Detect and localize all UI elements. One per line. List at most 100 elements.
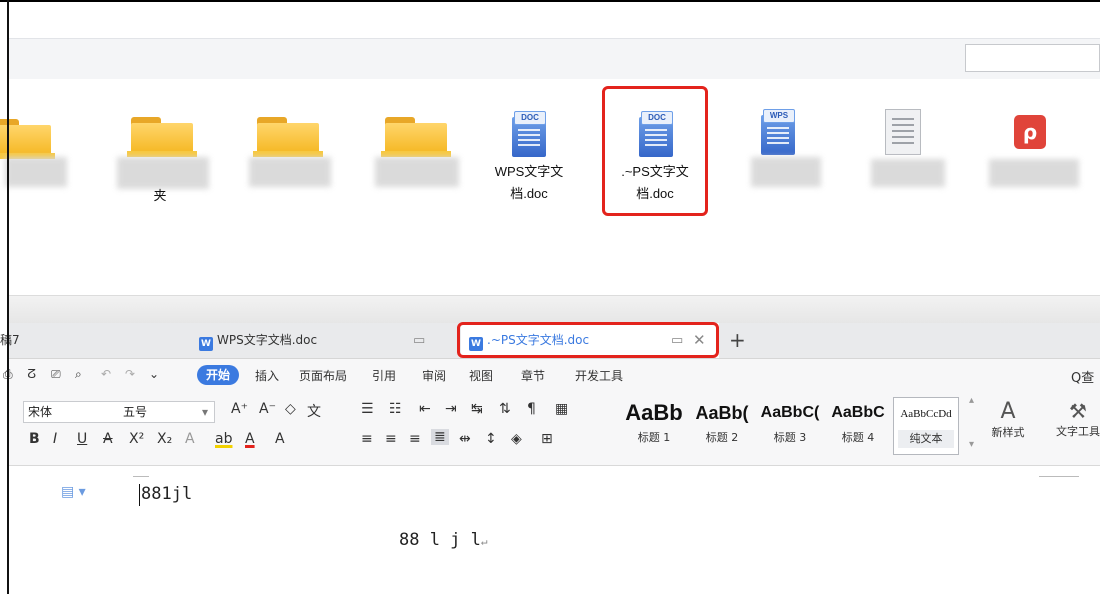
wps-tab-bar: 稿7 W WPS文字文档.doc ▭ W .~PS文字文档.doc ▭ ✕ +	[0, 322, 1100, 359]
style-heading-1[interactable]: AaBb 标题 1	[621, 397, 687, 455]
blurred-thumbnail	[751, 157, 821, 187]
paragraph-mark: ↵	[480, 535, 488, 548]
document-line-1: 881jl	[141, 484, 193, 504]
bullet-list-icon[interactable]: ☰	[361, 401, 374, 417]
font-color-icon[interactable]: A	[245, 431, 255, 447]
grow-font-icon[interactable]: A⁺	[231, 401, 248, 417]
decrease-indent-icon[interactable]: ⇤	[419, 401, 431, 417]
menu-start[interactable]: 开始	[197, 365, 239, 385]
preview-icon[interactable]: ⌕	[75, 367, 82, 382]
explorer-search-input[interactable]	[965, 44, 1100, 72]
table-icon[interactable]: ▦	[555, 401, 568, 417]
blurred-thumbnail	[989, 159, 1079, 187]
search-button[interactable]: Q查	[1071, 367, 1094, 386]
superscript-icon[interactable]: X²	[129, 431, 144, 447]
blurred-thumbnail	[871, 159, 945, 187]
paste-options-icon[interactable]: ▤ ▾	[61, 484, 86, 500]
word-doc-icon: W	[199, 337, 213, 351]
sort-icon[interactable]: ⇅	[499, 401, 511, 417]
border-icon[interactable]: ⊞	[541, 431, 553, 447]
folder-icon	[381, 117, 451, 157]
style-plain-text[interactable]: AaBbCcDd 纯文本	[893, 397, 959, 455]
menu-insert[interactable]: 插入	[255, 367, 279, 384]
line-spacing-icon[interactable]: ↕	[485, 431, 497, 447]
new-style-label: 新样式	[991, 426, 1025, 439]
style-label: 标题 1	[637, 431, 671, 444]
tab-label: 稿7	[0, 333, 20, 347]
doc-file-icon: DOC	[639, 111, 673, 157]
shrink-font-icon[interactable]: A⁻	[259, 401, 276, 417]
tab-label: WPS文字文档.doc	[217, 333, 318, 347]
highlight-color-icon[interactable]: ab	[215, 431, 232, 447]
blurred-thumbnail	[375, 157, 459, 187]
justify-icon[interactable]: ≣	[431, 429, 449, 445]
undo-icon[interactable]: ↶	[101, 367, 111, 381]
redo-icon[interactable]: ↷	[125, 367, 135, 381]
folder-icon	[253, 117, 323, 157]
menu-chapter[interactable]: 章节	[521, 367, 545, 384]
customize-icon[interactable]: ⌄	[149, 367, 159, 381]
blurred-thumbnail	[249, 157, 331, 187]
text-tools-button[interactable]: ⚒ 文字工具	[1047, 399, 1100, 439]
file-name: 夹	[153, 188, 167, 203]
highlight-box	[457, 322, 719, 358]
style-heading-4[interactable]: AaBbC 标题 4	[825, 397, 891, 455]
italic-icon[interactable]: I	[53, 431, 57, 447]
tab-doc-7[interactable]: 稿7	[0, 323, 120, 358]
explorer-file-area: 夹 DOC WPS文字文 档.doc DOC .~PS文字文 档.doc WPS…	[0, 79, 1100, 295]
margin-mark	[1039, 476, 1079, 477]
menu-review[interactable]: 审阅	[422, 367, 446, 384]
bold-icon[interactable]: B	[29, 431, 40, 447]
style-label: 纯文本	[898, 430, 954, 448]
increase-indent-icon[interactable]: ⇥	[445, 401, 457, 417]
document-line-2: 88 l j l↵	[399, 530, 488, 550]
menu-dev-tools[interactable]: 开发工具	[575, 367, 623, 384]
shading-icon[interactable]: ◈	[511, 431, 522, 447]
pdf-file-icon: ρ	[1014, 115, 1046, 149]
save-icon[interactable]: ⵒ	[27, 367, 36, 381]
underline-icon[interactable]: U	[77, 431, 87, 447]
subscript-icon[interactable]: X₂	[157, 431, 172, 447]
new-style-button[interactable]: A 新样式	[981, 399, 1035, 440]
style-heading-3[interactable]: AaBbC( 标题 3	[757, 397, 823, 455]
gallery-scroll-up[interactable]: ▴	[969, 395, 974, 406]
align-left-icon[interactable]: ≡	[361, 431, 373, 447]
monitor-icon[interactable]: ▭	[413, 323, 425, 358]
window-separator	[9, 295, 1100, 324]
strikethrough-icon[interactable]: A	[103, 431, 113, 447]
wps-file-icon: WPS	[761, 109, 795, 155]
style-sample: AaBbC(	[760, 404, 820, 421]
file-name-line1: .~PS文字文	[621, 164, 689, 179]
style-label: 标题 3	[773, 431, 807, 444]
font-size-select[interactable]: 五号 ▾	[119, 401, 215, 423]
tab-wps-doc[interactable]: W WPS文字文档.doc ▭	[199, 323, 449, 358]
blurred-thumbnail	[5, 157, 67, 187]
style-heading-2[interactable]: AaBb( 标题 2	[689, 397, 755, 455]
distribute-icon[interactable]: ⇹	[459, 431, 471, 447]
text-file-icon	[885, 109, 921, 155]
style-sample: AaBb	[625, 400, 683, 425]
phonetic-icon[interactable]: 文	[307, 401, 321, 421]
menu-page-layout[interactable]: 页面布局	[299, 367, 347, 384]
wrench-icon: ⚒	[1069, 399, 1087, 423]
text-effect-icon[interactable]: A	[185, 431, 195, 447]
align-right-icon[interactable]: ≡	[409, 431, 421, 447]
margin-mark	[133, 476, 149, 477]
window-frame-top	[0, 0, 1100, 2]
print-icon[interactable]: ⎚	[51, 367, 61, 382]
explorer-address-bar[interactable]	[9, 38, 1100, 80]
document-canvas[interactable]: ▤ ▾ 881jl 88 l j l↵	[9, 466, 1100, 594]
menu-view[interactable]: 视图	[469, 367, 493, 384]
char-shading-icon[interactable]: A	[275, 431, 285, 447]
text-direction-icon[interactable]: ↹	[471, 401, 483, 417]
numbered-list-icon[interactable]: ☷	[389, 401, 402, 417]
clear-format-icon[interactable]: ◇	[285, 401, 296, 417]
show-marks-icon[interactable]: ¶	[527, 401, 536, 417]
align-center-icon[interactable]: ≡	[385, 431, 397, 447]
text-cursor	[139, 484, 140, 506]
style-sample: AaBb(	[695, 403, 749, 423]
menu-references[interactable]: 引用	[372, 367, 396, 384]
gallery-scroll-down[interactable]: ▾	[969, 439, 974, 450]
new-tab-button[interactable]: +	[729, 323, 746, 358]
wps-ribbon: 宋体 ▾ 五号 ▾ A⁺ A⁻ ◇ 文 B I U A X² X₂ A ab A A…	[9, 391, 1100, 466]
